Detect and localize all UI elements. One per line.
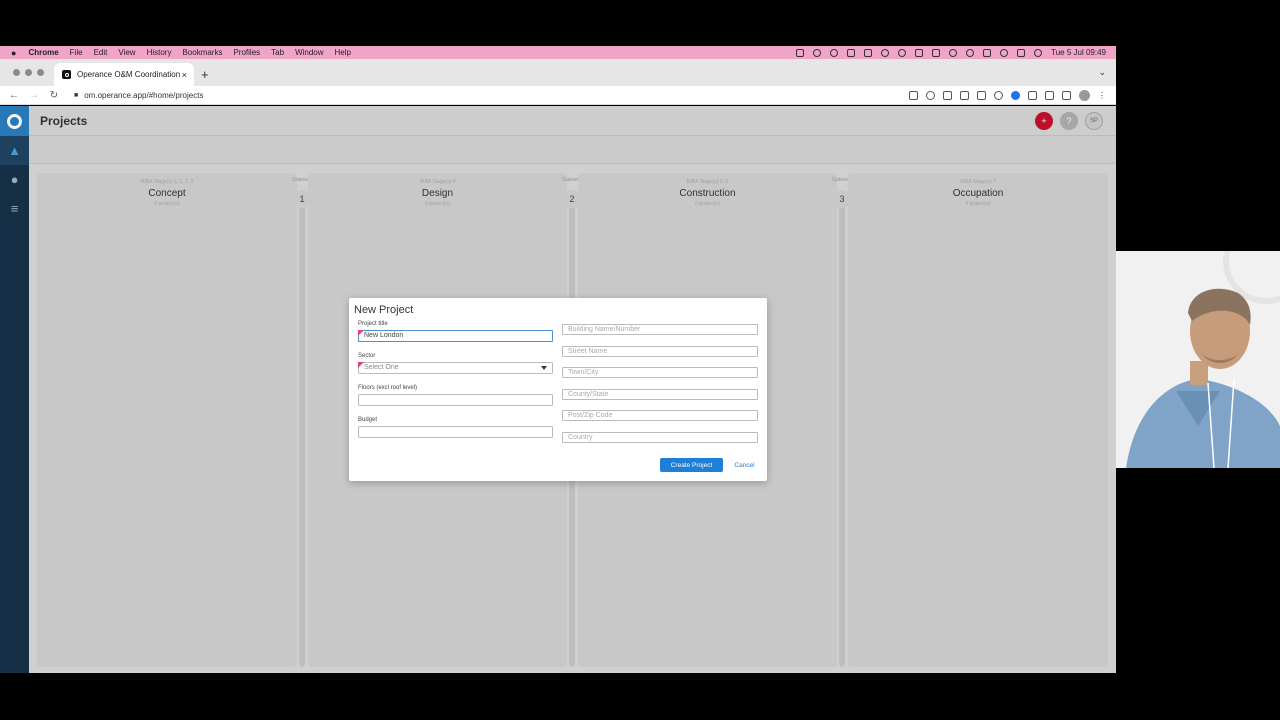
menu-help[interactable]: Help <box>335 48 351 57</box>
url-text: om.operance.app/#home/projects <box>84 90 204 100</box>
headphones-icon[interactable] <box>898 48 907 57</box>
url-field[interactable]: ■ om.operance.app/#home/projects <box>74 91 203 100</box>
browser-tab-bar: Operance O&M Coordination × + ⌄ <box>0 59 1116 86</box>
tab-close-icon[interactable]: × <box>182 70 187 80</box>
required-marker-icon <box>358 362 364 368</box>
budget-label: Budget <box>358 417 378 423</box>
sector-label: Sector <box>358 353 376 359</box>
tab-search-icon[interactable]: ⌄ <box>1098 67 1106 78</box>
menu-history[interactable]: History <box>147 48 172 57</box>
bluetooth-icon[interactable] <box>915 48 924 57</box>
wifi-icon[interactable] <box>949 48 958 57</box>
control-center-icon[interactable] <box>1017 48 1026 57</box>
menu-view[interactable]: View <box>118 48 135 57</box>
new-tab-button[interactable]: + <box>201 67 209 82</box>
project-title-value: New London <box>364 332 404 339</box>
menu-profiles[interactable]: Profiles <box>233 48 260 57</box>
required-marker-icon <box>358 330 364 336</box>
minimize-window-icon[interactable] <box>25 69 32 76</box>
address-bar: ← → ↻ ■ om.operance.app/#home/projects ⋮ <box>0 86 1116 105</box>
layers-extension-icon[interactable] <box>977 90 986 100</box>
county-input[interactable]: County/State <box>562 389 758 400</box>
zoom-window-icon[interactable] <box>37 69 44 76</box>
reading-list-icon[interactable] <box>1028 90 1037 100</box>
webcam-overlay <box>1116 251 1280 468</box>
extension-icon[interactable] <box>994 90 1003 100</box>
close-window-icon[interactable] <box>13 69 20 76</box>
display-icon[interactable] <box>864 48 873 57</box>
budget-input[interactable] <box>358 426 553 438</box>
town-input[interactable]: Town/City <box>562 367 758 378</box>
menu-window[interactable]: Window <box>295 48 323 57</box>
country-input[interactable]: Country <box>562 432 758 443</box>
dialog-title: New Project <box>354 304 414 316</box>
forward-icon[interactable]: → <box>28 90 40 101</box>
lock-icon[interactable]: ■ <box>74 92 78 99</box>
browser-tab[interactable]: Operance O&M Coordination × <box>54 63 194 86</box>
browser-menu-icon[interactable]: ⋮ <box>1098 91 1106 100</box>
app-status-icon[interactable] <box>813 48 822 57</box>
postcode-input[interactable]: Post/Zip Code <box>562 410 758 421</box>
status-area: Tue 5 Jul 09:49 <box>796 48 1106 57</box>
back-icon[interactable]: ← <box>8 90 20 101</box>
search-icon[interactable] <box>1000 48 1009 57</box>
presenter-video <box>1116 251 1280 468</box>
menu-file[interactable]: File <box>70 48 83 57</box>
clock[interactable]: Tue 5 Jul 09:49 <box>1051 48 1106 57</box>
floors-input[interactable] <box>358 394 553 406</box>
new-project-dialog: New Project Project title New London Sec… <box>349 298 767 481</box>
project-title-label: Project title <box>358 321 388 327</box>
record-icon[interactable] <box>881 48 890 57</box>
battery-icon[interactable] <box>932 48 941 57</box>
menu-bookmarks[interactable]: Bookmarks <box>182 48 222 57</box>
project-title-input[interactable]: New London <box>358 330 553 342</box>
screen: ● Chrome File Edit View History Bookmark… <box>0 0 1280 720</box>
sector-value: Select One <box>364 364 399 371</box>
menu-edit[interactable]: Edit <box>94 48 108 57</box>
sector-select[interactable]: Select One <box>358 362 553 374</box>
screen-record-icon[interactable] <box>796 48 805 57</box>
blue-extension-icon[interactable] <box>1011 90 1020 100</box>
window-icon[interactable] <box>847 48 856 57</box>
macos-menu-bar: ● Chrome File Edit View History Bookmark… <box>0 46 1116 59</box>
create-project-button[interactable]: Create Project <box>660 458 723 472</box>
street-input[interactable]: Street Name <box>562 346 758 357</box>
profile-avatar[interactable] <box>1079 89 1090 101</box>
apple-icon[interactable]: ● <box>11 48 16 58</box>
share-icon[interactable] <box>943 90 952 100</box>
favicon-icon <box>62 70 71 79</box>
side-panel-icon[interactable] <box>1062 90 1071 100</box>
toolbar-icons: ⋮ <box>909 89 1106 101</box>
user-icon[interactable] <box>966 48 975 57</box>
zoom-icon[interactable] <box>926 90 935 100</box>
cancel-button[interactable]: Cancel <box>731 458 758 472</box>
siri-icon[interactable] <box>1034 48 1043 57</box>
bookmark-star-icon[interactable] <box>960 90 969 100</box>
install-icon[interactable] <box>909 90 918 100</box>
eject-icon[interactable] <box>983 48 992 57</box>
tab-title: Operance O&M Coordination <box>77 70 181 79</box>
chevron-down-icon <box>541 366 547 370</box>
reload-icon[interactable]: ↻ <box>48 90 60 101</box>
menu-tab[interactable]: Tab <box>271 48 284 57</box>
sync-icon[interactable] <box>830 48 839 57</box>
puzzle-extensions-icon[interactable] <box>1045 90 1054 100</box>
building-input[interactable]: Building Name/Number <box>562 324 758 335</box>
menu-app-name[interactable]: Chrome <box>28 48 58 57</box>
floors-label: Floors (excl roof level) <box>358 385 418 391</box>
